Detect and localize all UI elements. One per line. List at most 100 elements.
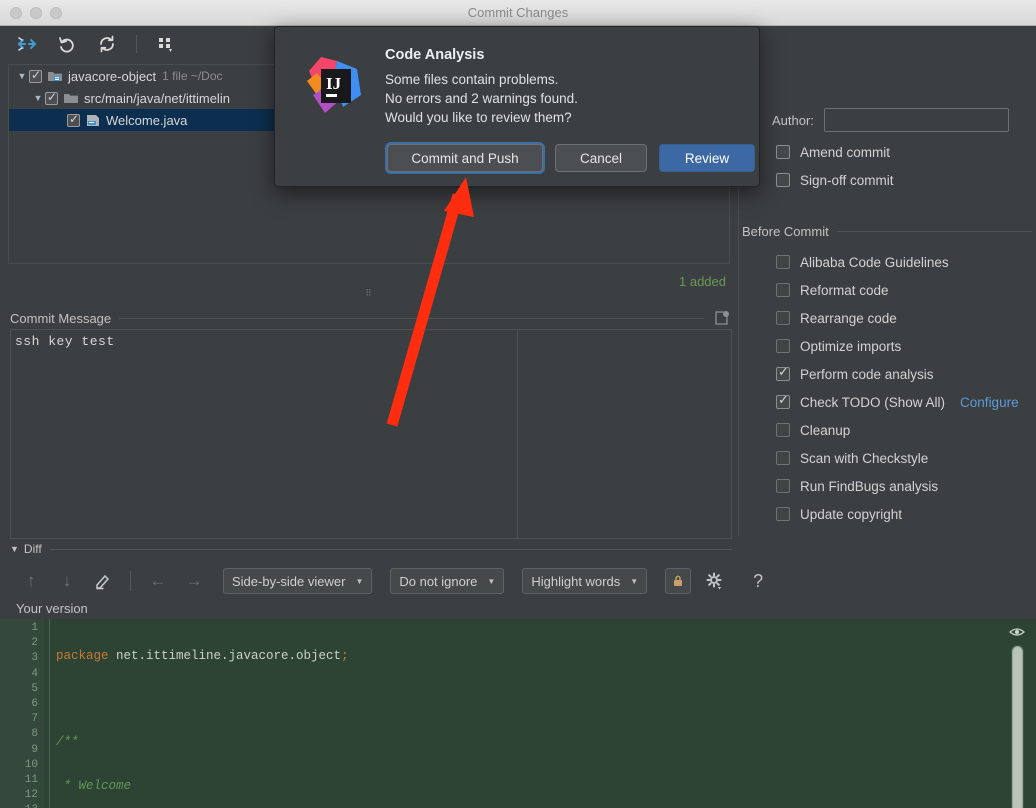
commit-message-header: Commit Message [10,309,732,327]
editor-vertical-scrollbar[interactable] [1011,645,1024,808]
group-by-icon[interactable] [153,31,179,57]
checkbox-label-cleanup: Cleanup [800,422,851,438]
checkbox-cleanup[interactable] [776,423,790,437]
checkbox-amend-commit[interactable] [776,145,790,159]
checkbox-label-reformat-code: Reformat code [800,282,889,298]
line-number: 5 [31,682,38,695]
author-label: Author: [772,112,814,128]
before-commit-title: Before Commit [742,223,829,239]
show-diff-icon[interactable] [14,31,40,57]
tree-checkbox-file[interactable] [67,112,80,127]
minimize-window-button[interactable] [30,6,42,19]
checkbox-row-amend-commit[interactable]: Amend commit [738,138,1036,166]
chevron-down-icon[interactable]: ▼ [15,71,29,81]
splitter-grip[interactable]: ⠿ [0,288,738,299]
eye-icon[interactable] [1008,623,1026,641]
checkbox-row-update-copyright[interactable]: Update copyright [738,500,1036,528]
maximize-window-button[interactable] [50,6,62,19]
dialog-message: Some files contain problems. No errors a… [385,70,578,127]
checkbox-row-run-findbugs-analysis[interactable]: Run FindBugs analysis [738,472,1036,500]
commit-message-rule [119,317,704,319]
commit-message-value: ssh key test [15,334,115,349]
lock-icon[interactable] [665,568,692,594]
line-number: 7 [31,713,38,726]
cancel-button[interactable]: Cancel [555,144,647,172]
arrow-right-icon[interactable]: → [181,568,207,594]
diff-section-header[interactable]: ▼ Diff [10,540,732,558]
highlight-mode-dropdown[interactable]: Highlight words ▼ [522,568,648,594]
help-icon[interactable]: ? [745,568,771,594]
dialog-button-row: Commit and Push Cancel Review [387,144,755,172]
revert-icon[interactable] [54,31,80,57]
checkbox-row-alibaba-code-guidelines[interactable]: Alibaba Code Guidelines [738,248,1036,276]
message-history-icon[interactable] [712,309,732,327]
diff-code-editor[interactable]: 1 2 3 4 5 6 7 8 9 10 11 12 13 14 package… [0,619,1036,808]
diff-section-title[interactable]: ▼ Diff [10,542,50,556]
chevron-down-icon[interactable]: ▼ [31,93,45,103]
window-controls[interactable] [10,6,62,19]
checkbox-label-check-todo: Check TODO (Show All) [800,394,946,410]
line-number: 6 [31,697,38,710]
checkbox-row-perform-code-analysis[interactable]: Perform code analysis [738,360,1036,388]
checkbox-row-rearrange-code[interactable]: Rearrange code [738,304,1036,332]
added-count: 1 added [679,273,726,289]
arrow-left-icon[interactable]: ← [145,568,171,594]
checkbox-check-todo[interactable] [776,392,790,409]
code-line-1: package net.ittimeline.javacore.object; [56,649,349,663]
ignore-mode-label: Do not ignore [399,573,478,589]
tree-checkbox-folder[interactable] [45,90,58,105]
checkbox-label-update-copyright: Update copyright [800,506,903,522]
chevron-down-icon: ▼ [487,576,496,586]
module-folder-icon [47,69,63,83]
arrow-down-icon[interactable]: ↓ [54,568,80,594]
ignore-mode-dropdown[interactable]: Do not ignore ▼ [390,568,505,594]
viewer-mode-dropdown[interactable]: Side-by-side viewer ▼ [223,568,373,594]
tree-checkbox-module[interactable] [29,68,42,83]
line-number: 2 [31,637,38,650]
checkbox-row-sign-off-commit[interactable]: Sign-off commit [738,166,1036,194]
before-commit-rule [836,230,1032,232]
refresh-icon[interactable] [94,31,120,57]
arrow-up-icon[interactable]: ↑ [18,568,44,594]
chevron-down-icon[interactable]: ▼ [10,544,19,554]
code-analysis-dialog: IJ Code Analysis Some files contain prob… [274,26,760,187]
checkbox-reformat-code[interactable] [776,283,790,297]
checkbox-row-scan-with-checkstyle[interactable]: Scan with Checkstyle [738,444,1036,472]
checkbox-sign-off-commit[interactable] [776,173,790,187]
toolbar-divider [136,35,137,53]
your-version-label: Your version [16,601,88,616]
author-input[interactable] [823,108,1009,132]
checkbox-optimize-imports[interactable] [776,339,790,353]
checkbox-row-optimize-imports[interactable]: Optimize imports [738,332,1036,360]
close-window-button[interactable] [10,6,22,19]
diff-rule [49,548,732,550]
gear-icon[interactable] [701,568,727,594]
commit-and-push-button[interactable]: Commit and Push [387,144,543,172]
checkbox-label-sign-off-commit: Sign-off commit [800,172,894,188]
line-number: 8 [31,728,38,741]
chevron-down-icon: ▼ [630,576,639,586]
checkbox-label-run-findbugs-analysis: Run FindBugs analysis [800,478,939,494]
checkbox-scan-with-checkstyle[interactable] [776,451,790,465]
right-margin-line [517,330,518,538]
review-button[interactable]: Review [659,144,755,172]
checkbox-row-reformat-code[interactable]: Reformat code [738,276,1036,304]
commit-message-input[interactable]: ssh key test [10,329,732,539]
before-commit-header: Before Commit [742,222,1032,240]
checkbox-run-findbugs-analysis[interactable] [776,479,790,493]
scrollbar-thumb[interactable] [1012,646,1023,808]
checkbox-update-copyright[interactable] [776,507,790,521]
checkbox-row-check-todo[interactable]: Check TODO (Show All) Configure [738,388,1036,416]
dialog-message-line-3: Would you like to review them? [385,110,572,125]
checkbox-alibaba-code-guidelines[interactable] [776,255,790,269]
checkbox-row-cleanup[interactable]: Cleanup [738,416,1036,444]
code-content[interactable]: package net.ittimeline.javacore.object; … [56,621,966,808]
tree-detail-module: 1 file ~/Doc [162,69,223,83]
checkbox-perform-code-analysis[interactable] [776,364,790,381]
tree-label-folder: src/main/java/net/ittimelin [84,90,230,106]
intellij-idea-logo-icon: IJ [303,55,367,121]
configure-todo-link[interactable]: Configure [960,395,1019,410]
tree-label-file: Welcome.java [106,112,188,128]
checkbox-rearrange-code[interactable] [776,311,790,325]
pencil-icon[interactable] [90,568,116,594]
